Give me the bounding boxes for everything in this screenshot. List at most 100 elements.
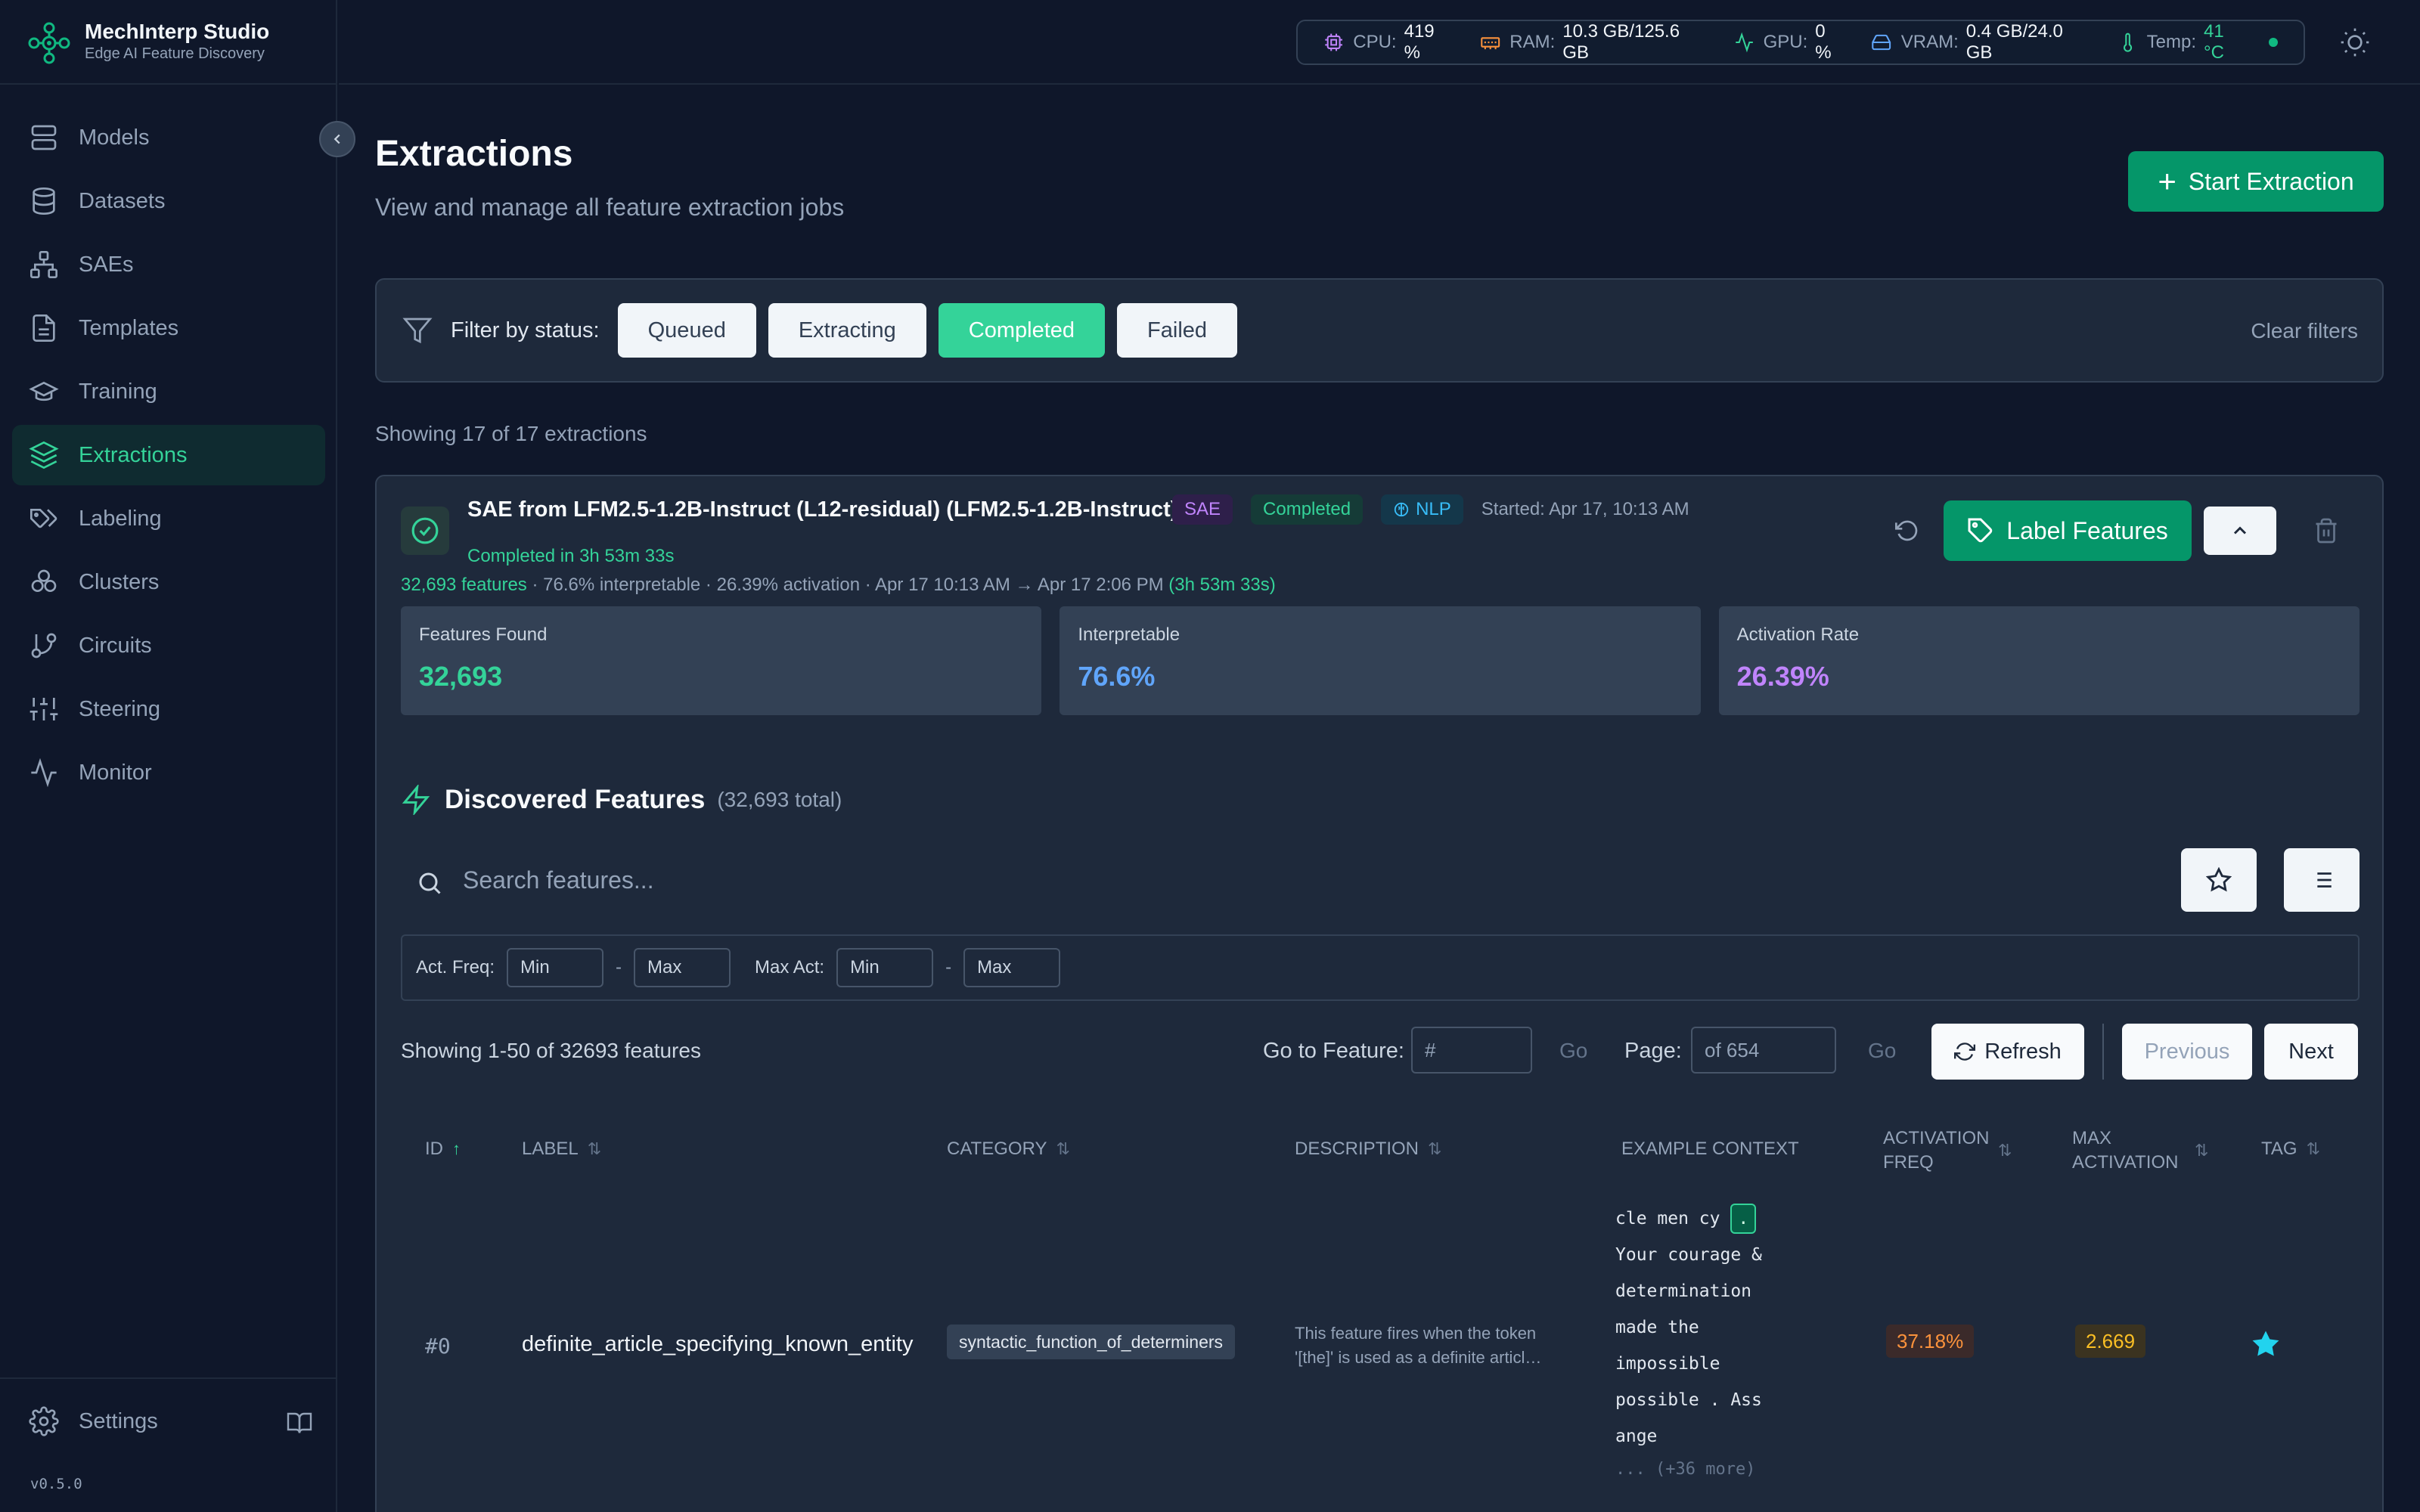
range-dash: - — [616, 957, 622, 978]
book-icon[interactable] — [286, 1409, 313, 1436]
feature-search-row — [401, 848, 2360, 915]
feature-pagination: Showing 1-50 of 32693 features Go to Fea… — [401, 1024, 2360, 1080]
context-more[interactable]: ... (+36 more) — [1615, 1455, 1827, 1485]
goto-feature-button[interactable]: Go — [1559, 1039, 1587, 1063]
sidebar-item-templates[interactable]: Templates — [12, 298, 325, 358]
logo-icon — [28, 22, 70, 64]
temp-stat: Temp: 41 °C — [2118, 21, 2279, 64]
filter-completed-button[interactable]: Completed — [938, 303, 1106, 358]
sidebar-item-monitor[interactable]: Monitor — [12, 742, 325, 803]
metric-value: 76.6% — [1078, 661, 1156, 692]
star-filled-icon[interactable] — [2252, 1331, 2279, 1358]
sidebar-item-clusters[interactable]: Clusters — [12, 552, 325, 612]
tags-icon — [30, 509, 57, 528]
sidebar-item-label: Steering — [79, 696, 161, 721]
star-icon — [2206, 867, 2232, 892]
collapse-job-button[interactable] — [2204, 507, 2276, 555]
sidebar-item-saes[interactable]: SAEs — [12, 234, 325, 295]
column-category[interactable]: CATEGORY ⇅ — [947, 1139, 1070, 1160]
settings-link[interactable]: Settings — [29, 1406, 158, 1436]
column-label: MAX ACTIVATION — [2072, 1128, 2179, 1173]
sidebar-item-label: Datasets — [79, 188, 166, 213]
activity-icon — [1735, 32, 1753, 53]
goto-feature-label: Go to Feature: — [1263, 1039, 1404, 1063]
clear-filters-link[interactable]: Clear filters — [2251, 319, 2358, 343]
sidebar-item-label: Monitor — [79, 760, 152, 785]
sidebar-item-circuits[interactable]: Circuits — [12, 615, 325, 676]
list-view-button[interactable] — [2284, 848, 2360, 912]
favorites-filter-button[interactable] — [2181, 848, 2257, 912]
page-input[interactable] — [1691, 1027, 1836, 1074]
previous-page-button[interactable]: Previous — [2122, 1024, 2252, 1080]
sidebar-item-datasets[interactable]: Datasets — [12, 171, 325, 231]
context-line: ange — [1615, 1427, 1658, 1446]
goto-feature-input[interactable] — [1411, 1027, 1532, 1074]
sidebar-collapse-button[interactable] — [319, 121, 355, 157]
feature-description: This feature fires when the token '[the]… — [1295, 1324, 1542, 1367]
goto-page-button[interactable]: Go — [1868, 1039, 1896, 1063]
page-label: Page: — [1624, 1039, 1682, 1063]
version-label: v0.5.0 — [30, 1476, 82, 1492]
trash-icon[interactable] — [2313, 517, 2340, 544]
badge-status: Completed — [1251, 494, 1364, 525]
gear-icon — [29, 1406, 59, 1436]
list-icon — [2312, 872, 2332, 888]
metric-label: Interpretable — [1078, 624, 1181, 645]
app-title: MechInterp Studio — [85, 20, 270, 43]
job-title: SAE from LFM2.5-1.2B-Instruct (L12-resid… — [467, 497, 1178, 522]
sidebar-item-steering[interactable]: Steering — [12, 679, 325, 739]
filter-extracting-button[interactable]: Extracting — [768, 303, 926, 358]
act-freq-max-input[interactable] — [634, 948, 731, 987]
sort-icon: ⇅ — [1056, 1139, 1070, 1158]
sidebar-item-models[interactable]: Models — [12, 107, 325, 168]
metrics-row: Features Found 32,693 Interpretable 76.6… — [401, 606, 2360, 715]
summary-details: · 76.6% interpretable · 26.39% activatio… — [526, 575, 1169, 595]
column-id[interactable]: ID ↑ — [425, 1139, 461, 1160]
column-tag[interactable]: TAG ⇅ — [2261, 1139, 2320, 1160]
max-activation-badge: 2.669 — [2075, 1325, 2146, 1358]
vram-label: VRAM: — [1900, 32, 1959, 52]
status-filter-bar: Filter by status: Queued Extracting Comp… — [375, 278, 2384, 383]
column-label: DESCRIPTION — [1295, 1139, 1419, 1159]
rotate-ccw-icon[interactable] — [1895, 519, 1919, 543]
column-max-activation[interactable]: MAX ACTIVATION ⇅ — [2072, 1126, 2223, 1175]
feature-example-context: cle men cy . Your courage & determinatio… — [1615, 1201, 1827, 1485]
sidebar-item-label: Circuits — [79, 633, 152, 658]
sidebar-item-training[interactable]: Training — [12, 361, 325, 422]
summary-duration: (3h 53m 33s) — [1168, 575, 1276, 595]
table-row[interactable]: #0 definite_article_specifying_known_ent… — [401, 1185, 2360, 1512]
system-stats-bar: CPU: 419 % RAM: 10.3 GB/125.6 GB GPU: 0 … — [1296, 20, 2305, 65]
job-summary: 32,693 features · 76.6% interpretable · … — [401, 575, 1276, 596]
start-extraction-label: Start Extraction — [2188, 167, 2354, 195]
max-act-max-input[interactable] — [963, 948, 1061, 987]
top-bar: CPU: 419 % RAM: 10.3 GB/125.6 GB GPU: 0 … — [339, 0, 2420, 85]
column-label-header[interactable]: LABEL ⇅ — [522, 1139, 601, 1160]
filter-failed-button[interactable]: Failed — [1117, 303, 1238, 358]
filter-icon — [402, 318, 433, 344]
filter-queued-button[interactable]: Queued — [617, 303, 756, 358]
page-subtitle: View and manage all feature extraction j… — [375, 194, 845, 221]
cpu-stat: CPU: 419 % — [1323, 21, 1454, 64]
start-extraction-button[interactable]: + Start Extraction — [2128, 151, 2384, 212]
range-filters: Act. Freq: - Max Act: - — [401, 934, 2360, 1001]
sidebar-item-extractions[interactable]: Extractions — [12, 425, 325, 485]
sidebar-item-labeling[interactable]: Labeling — [12, 488, 325, 549]
next-page-button[interactable]: Next — [2264, 1024, 2358, 1080]
act-freq-min-input[interactable] — [507, 948, 604, 987]
completed-duration: Completed in 3h 53m 33s — [467, 546, 675, 566]
cpu-value: 419 % — [1404, 21, 1435, 63]
sun-icon[interactable] — [2340, 27, 2370, 57]
max-act-min-input[interactable] — [836, 948, 934, 987]
extraction-card: SAE from LFM2.5-1.2B-Instruct (L12-resid… — [375, 475, 2384, 1512]
column-activation-freq[interactable]: ACTIVATION FREQ ⇅ — [1883, 1126, 2034, 1175]
sidebar-item-label: Training — [79, 379, 157, 404]
feature-category: syntactic_function_of_determiners — [947, 1325, 1236, 1359]
cpu-label: CPU: — [1353, 32, 1397, 52]
feature-search-input[interactable] — [401, 848, 2140, 912]
range-dash: - — [945, 957, 952, 978]
thermometer-icon — [2123, 33, 2132, 52]
refresh-button[interactable]: Refresh — [1931, 1024, 2084, 1080]
sort-icon: ⇅ — [1428, 1139, 1442, 1158]
label-features-button[interactable]: Label Features — [1944, 500, 2192, 561]
column-description[interactable]: DESCRIPTION ⇅ — [1295, 1139, 1441, 1160]
